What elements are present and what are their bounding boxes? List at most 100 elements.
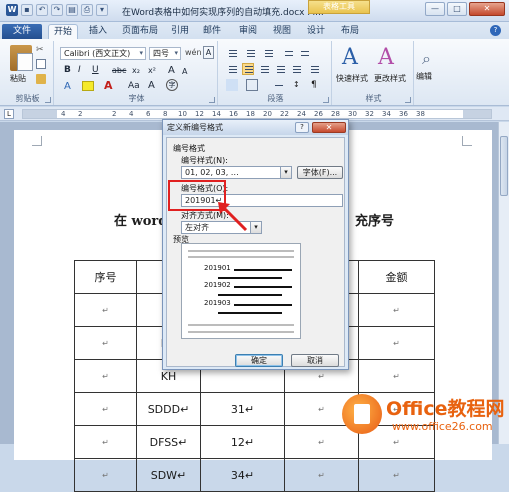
ruler-track[interactable]: 4 2 2 4 6 8 10 12 14 16 18 20 22 24 26 2… xyxy=(22,109,492,119)
strikethrough-button[interactable]: abc xyxy=(112,66,126,75)
table-cell[interactable]: ↵ xyxy=(358,293,435,327)
maximize-button[interactable]: □ xyxy=(447,2,467,16)
sort-icon[interactable]: ↕ xyxy=(292,79,304,91)
minimize-button[interactable]: — xyxy=(425,2,445,16)
shading-icon[interactable] xyxy=(226,79,238,91)
save-icon[interactable]: ▪ xyxy=(21,4,33,16)
table-cell[interactable]: ↵ xyxy=(74,293,137,327)
bullets-icon[interactable] xyxy=(226,47,238,59)
align-left-icon[interactable] xyxy=(226,63,238,75)
bold-button[interactable]: B xyxy=(64,65,71,75)
table-cell[interactable]: ↵ xyxy=(358,458,435,492)
table-cell[interactable]: DFSS↵ xyxy=(136,425,201,459)
table-cell[interactable]: ↵ xyxy=(358,326,435,360)
highlight-color-icon[interactable] xyxy=(82,81,94,91)
distribute-icon[interactable] xyxy=(290,63,302,75)
align-right-icon[interactable] xyxy=(258,63,270,75)
increase-indent-icon[interactable] xyxy=(298,47,310,59)
chevron-down-icon[interactable]: ▾ xyxy=(280,166,292,179)
font-name-select[interactable]: Calibri (西文正文) xyxy=(60,47,146,60)
close-button[interactable]: ✕ xyxy=(469,2,505,16)
grow-font-button[interactable]: A xyxy=(168,65,175,76)
table-cell[interactable]: 12↵ xyxy=(200,425,285,459)
tab-selector-icon[interactable]: L xyxy=(4,109,14,119)
chevron-down-icon[interactable]: ▾ xyxy=(250,221,262,234)
dialog-close-button[interactable]: ✕ xyxy=(312,122,346,133)
table-header-cell[interactable]: 金额 xyxy=(358,260,435,294)
numbering-icon[interactable] xyxy=(244,47,256,59)
paragraph-launcher-icon[interactable] xyxy=(323,97,329,103)
cancel-button[interactable]: 取消 xyxy=(291,354,339,367)
clipboard-launcher-icon[interactable] xyxy=(45,97,51,103)
help-icon[interactable]: ? xyxy=(490,25,501,36)
ok-button[interactable]: 确定 xyxy=(235,354,283,367)
find-icon[interactable]: ⌕ xyxy=(422,49,431,69)
chinese-layout-icon[interactable] xyxy=(272,79,284,91)
align-center-icon[interactable] xyxy=(242,63,254,75)
styles-launcher-icon[interactable] xyxy=(405,97,411,103)
table-cell[interactable]: ↵ xyxy=(74,458,137,492)
change-case-button[interactable]: Aa xyxy=(128,81,140,91)
table-cell[interactable]: SDW↵ xyxy=(136,458,201,492)
decrease-indent-icon[interactable] xyxy=(282,47,294,59)
tab-page-layout[interactable]: 页面布局 xyxy=(118,24,162,39)
number-style-select[interactable]: 01, 02, 03, … xyxy=(181,166,281,179)
undo-icon[interactable]: ↶ xyxy=(36,4,48,16)
tab-layout[interactable]: 布局 xyxy=(336,24,364,39)
copy-icon[interactable] xyxy=(36,59,46,69)
table-cell[interactable]: ↵ xyxy=(358,359,435,393)
font-size-select[interactable]: 四号 xyxy=(149,47,181,60)
font-button[interactable]: 字体(F)... xyxy=(297,166,343,179)
tab-review[interactable]: 审阅 xyxy=(234,24,262,39)
change-styles-button[interactable]: 更改样式 xyxy=(374,73,406,84)
justify-icon[interactable] xyxy=(274,63,286,75)
char-border-button[interactable]: A xyxy=(203,46,214,59)
borders-icon[interactable] xyxy=(246,79,258,91)
table-cell[interactable]: SDDD↵ xyxy=(136,392,201,426)
table-cell[interactable]: ↵ xyxy=(74,326,137,360)
ruler-number: 34 xyxy=(382,110,391,118)
format-painter-icon[interactable] xyxy=(36,74,46,84)
enclose-char-icon[interactable]: 字 xyxy=(166,79,178,91)
multilevel-list-icon[interactable] xyxy=(262,47,274,59)
text-effects-icon[interactable]: A xyxy=(64,81,71,92)
table-cell[interactable]: 31↵ xyxy=(200,392,285,426)
tab-view[interactable]: 视图 xyxy=(268,24,296,39)
font-color-icon[interactable]: A xyxy=(104,79,113,92)
clear-formatting-button[interactable]: A xyxy=(148,80,155,91)
font-launcher-icon[interactable] xyxy=(209,97,215,103)
table-header-cell[interactable]: 序号 xyxy=(74,260,137,294)
phonetic-guide-button[interactable]: wén xyxy=(185,48,202,57)
editing-button[interactable]: 编辑 xyxy=(416,71,432,82)
line-spacing-icon[interactable] xyxy=(308,63,320,75)
tab-references[interactable]: 引用 xyxy=(166,24,194,39)
tab-file[interactable]: 文件 xyxy=(2,24,42,39)
superscript-button[interactable]: x² xyxy=(148,66,156,75)
table-cell[interactable]: 34↵ xyxy=(200,458,285,492)
quick-styles-icon[interactable]: A xyxy=(342,45,358,70)
scrollbar-thumb[interactable] xyxy=(500,136,508,196)
italic-button[interactable]: I xyxy=(78,65,81,75)
show-marks-icon[interactable]: ¶ xyxy=(310,79,322,91)
print-icon[interactable]: ⎙ xyxy=(81,4,93,16)
underline-button[interactable]: U xyxy=(92,65,99,75)
cut-icon[interactable]: ✂ xyxy=(36,45,46,55)
tab-mailings[interactable]: 邮件 xyxy=(198,24,226,39)
quick-styles-button[interactable]: 快速样式 xyxy=(336,73,368,84)
print-preview-icon[interactable]: ▤ xyxy=(66,4,78,16)
table-cell[interactable]: ↵ xyxy=(74,392,137,426)
subscript-button[interactable]: x₂ xyxy=(132,66,140,75)
redo-icon[interactable]: ↷ xyxy=(51,4,63,16)
change-styles-icon[interactable]: A xyxy=(378,45,394,70)
shrink-font-button[interactable]: A xyxy=(182,67,187,76)
paste-icon[interactable] xyxy=(10,45,33,71)
paste-label[interactable]: 粘贴 xyxy=(10,73,26,84)
tab-home[interactable]: 开始 xyxy=(48,24,78,39)
customize-qat-icon[interactable]: ▾ xyxy=(96,4,108,16)
tab-insert[interactable]: 插入 xyxy=(84,24,112,39)
table-cell[interactable]: ↵ xyxy=(74,425,137,459)
table-cell[interactable]: ↵ xyxy=(284,458,359,492)
dialog-help-button[interactable]: ? xyxy=(295,122,309,133)
tab-design[interactable]: 设计 xyxy=(302,24,330,39)
table-cell[interactable]: ↵ xyxy=(74,359,137,393)
